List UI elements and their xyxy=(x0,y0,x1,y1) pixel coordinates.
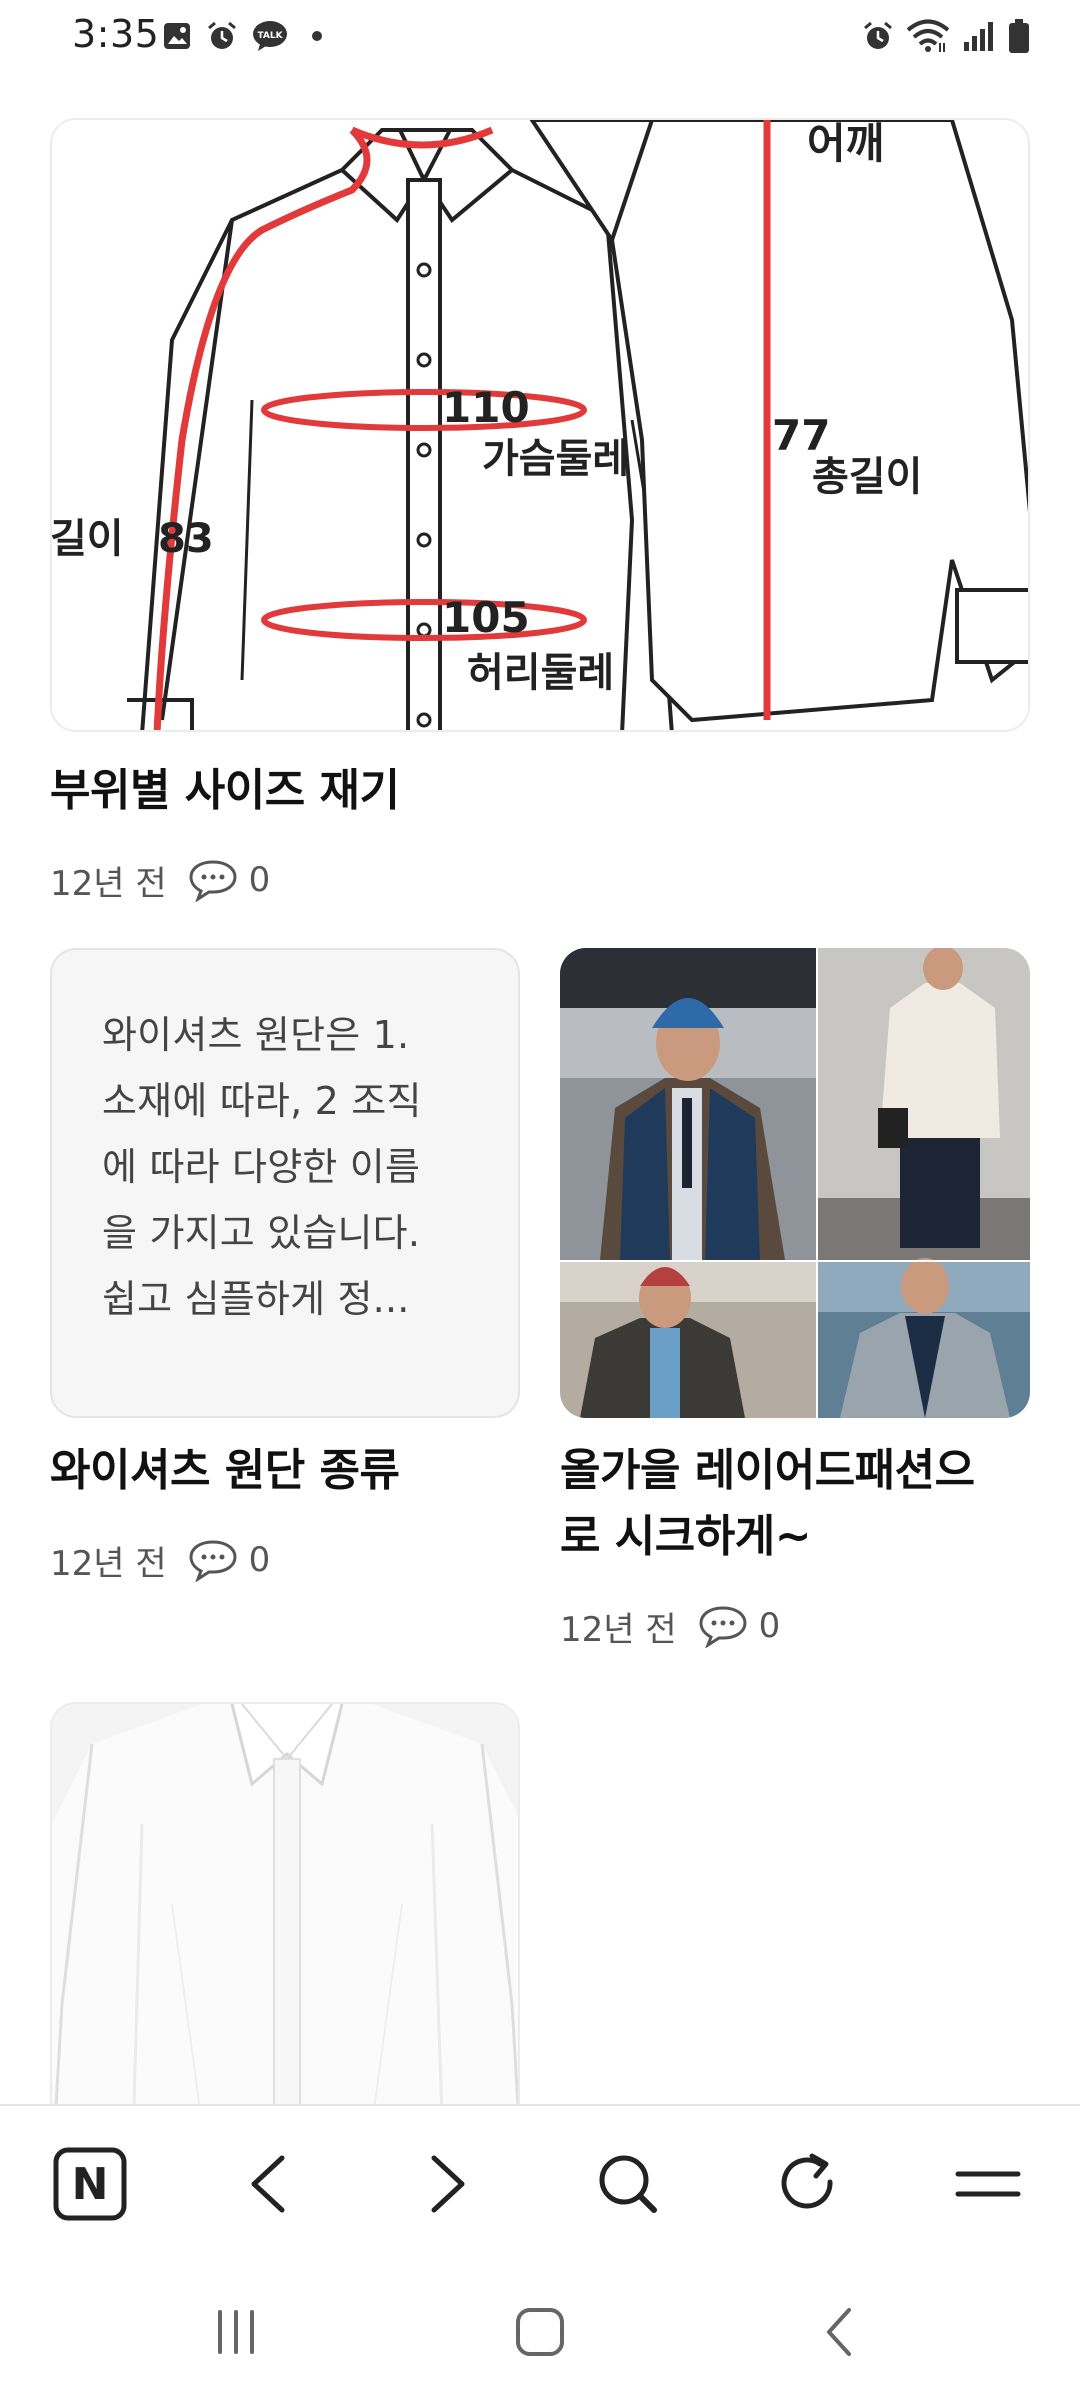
comment-count: 0 xyxy=(758,1606,781,1646)
excerpt-line: 에 따라 다양한 이름 xyxy=(102,1145,421,1189)
excerpt-line: 소재에 따라, 2 조직 xyxy=(102,1079,422,1123)
screen: 3:35 TALK 어깨 110 가슴둘레 77 총길이 길이 83 105 허… xyxy=(0,0,1080,2400)
kakaotalk-icon: TALK xyxy=(253,21,287,51)
notification-icons: TALK xyxy=(162,18,332,54)
menu-icon xyxy=(955,2171,1021,2197)
comment-icon xyxy=(699,1606,747,1648)
post-card[interactable] xyxy=(50,1702,520,2104)
dot-icon xyxy=(312,31,322,41)
diagram-label-length: 총길이 xyxy=(812,454,922,500)
forward-icon xyxy=(431,2155,465,2213)
recent-apps-button[interactable] xyxy=(186,2282,286,2382)
post-title-line: 로 시크하게~ xyxy=(560,1511,812,1562)
search-button[interactable] xyxy=(586,2142,670,2226)
post-meta: 12년 전 0 xyxy=(50,858,271,904)
refresh-button[interactable] xyxy=(766,2142,850,2226)
home-button[interactable] xyxy=(490,2282,590,2382)
post-card[interactable]: 어깨 110 가슴둘레 77 총길이 길이 83 105 허리둘레 부위별 사이… xyxy=(50,118,1030,948)
white-dress-shirt-photo xyxy=(52,1704,518,2104)
post-excerpt-box[interactable]: 와이셔츠 원단은 1. 소재에 따라, 2 조직 에 따라 다양한 이름 을 가… xyxy=(50,948,520,1418)
post-title[interactable]: 부위별 사이즈 재기 xyxy=(50,758,1030,824)
back-icon xyxy=(251,2155,285,2213)
post-card[interactable]: 와이셔츠 원단은 1. 소재에 따라, 2 조직 에 따라 다양한 이름 을 가… xyxy=(50,948,520,1648)
refresh-icon xyxy=(781,2153,833,2209)
post-card[interactable]: 올가을 레이어드패션으 로 시크하게~ 12년 전 0 xyxy=(560,948,1030,1668)
excerpt-line: 을 가지고 있습니다. xyxy=(102,1211,421,1255)
system-back-button[interactable] xyxy=(790,2282,890,2382)
image-icon xyxy=(164,23,190,49)
status-bar: 3:35 TALK xyxy=(0,0,1080,74)
back-button[interactable] xyxy=(226,2142,310,2226)
comment-count: 0 xyxy=(248,1540,271,1580)
system-status-icons xyxy=(862,18,1030,54)
post-meta: 12년 전 0 xyxy=(50,1538,271,1584)
diagram-label-length-value: 77 xyxy=(772,411,830,460)
browser-toolbar: N xyxy=(0,2104,1080,2254)
post-title[interactable]: 올가을 레이어드패션으 로 시크하게~ xyxy=(560,1438,1030,1570)
layered-fashion-collage xyxy=(560,948,1030,1418)
post-age: 12년 전 xyxy=(560,1609,677,1650)
post-feed[interactable]: 어깨 110 가슴둘레 77 총길이 길이 83 105 허리둘레 부위별 사이… xyxy=(0,74,1080,2104)
wifi-icon xyxy=(906,19,950,52)
forward-button[interactable] xyxy=(406,2142,490,2226)
post-title-line: 올가을 레이어드패션으 xyxy=(560,1445,975,1496)
search-icon xyxy=(599,2155,657,2213)
back-icon xyxy=(827,2308,851,2356)
comment-count: 0 xyxy=(248,860,271,900)
post-thumbnail[interactable] xyxy=(50,1702,520,2104)
diagram-label-sleeve: 길이 xyxy=(52,516,124,562)
shirt-measurement-diagram: 어깨 110 가슴둘레 77 총길이 길이 83 105 허리둘레 xyxy=(52,120,1028,730)
menu-button[interactable] xyxy=(946,2142,1030,2226)
alarm-icon xyxy=(208,21,236,49)
naver-letter: N xyxy=(72,2159,109,2210)
diagram-label-shoulder: 어깨 xyxy=(807,120,884,168)
comment-icon xyxy=(189,1540,237,1582)
post-age: 12년 전 xyxy=(50,863,167,904)
excerpt-line: 쉽고 심플하게 정... xyxy=(102,1277,410,1321)
naver-home-icon: N xyxy=(53,2147,127,2221)
battery-icon xyxy=(1009,19,1029,53)
post-excerpt: 와이셔츠 원단은 1. 소재에 따라, 2 조직 에 따라 다양한 이름 을 가… xyxy=(102,1002,482,1332)
recent-apps-icon xyxy=(218,2310,254,2354)
post-thumbnail[interactable] xyxy=(560,948,1030,1418)
diagram-label-chest-value: 110 xyxy=(442,383,530,432)
post-title[interactable]: 와이셔츠 원단 종류 xyxy=(50,1438,520,1504)
diagram-label-sleeve-value: 83 xyxy=(158,516,214,562)
diagram-label-chest: 가슴둘레 xyxy=(482,436,629,482)
home-icon xyxy=(516,2308,564,2356)
post-thumbnail[interactable]: 어깨 110 가슴둘레 77 총길이 길이 83 105 허리둘레 xyxy=(50,118,1030,732)
post-age: 12년 전 xyxy=(50,1543,167,1584)
signal-icon xyxy=(964,22,993,51)
diagram-label-waist-value: 105 xyxy=(442,593,530,642)
comment-icon xyxy=(189,860,237,902)
kakaotalk-label: TALK xyxy=(257,31,283,41)
status-time: 3:35 xyxy=(72,12,160,56)
post-meta: 12년 전 0 xyxy=(560,1604,781,1650)
system-nav-bar xyxy=(0,2254,1080,2400)
naver-home-button[interactable]: N xyxy=(48,2142,132,2226)
excerpt-line: 와이셔츠 원단은 1. xyxy=(102,1013,410,1057)
diagram-label-waist: 허리둘레 xyxy=(467,650,614,696)
alarm-icon xyxy=(864,21,892,49)
